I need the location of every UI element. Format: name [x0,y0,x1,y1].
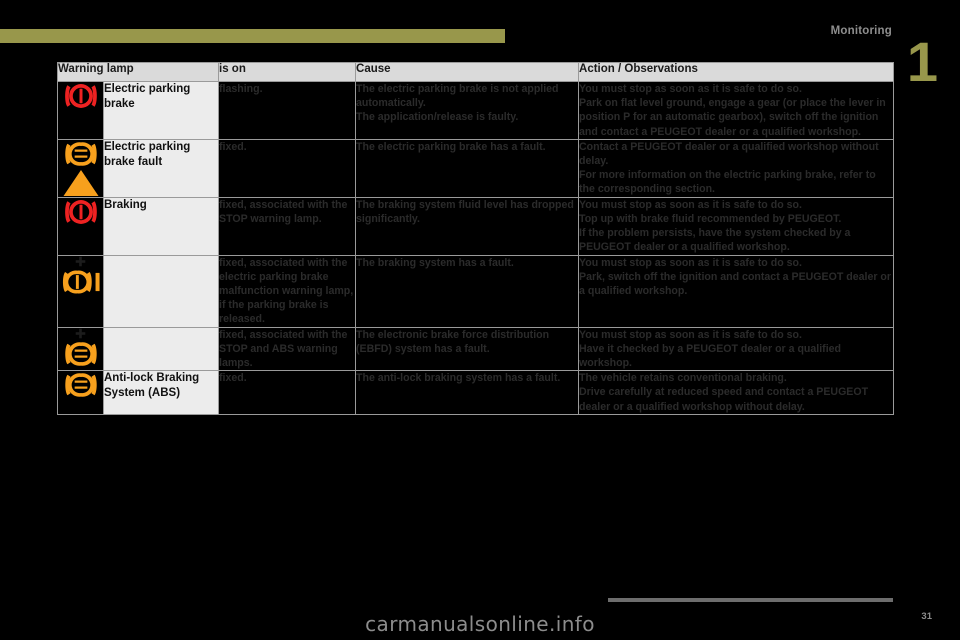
cause-line: The braking system fluid level has dropp… [356,198,574,226]
table-row: Braking fixed, associated with the STOP w… [57,196,895,256]
warning-lamp-name [102,254,220,328]
warning-lamp-action: You must stop as soon as it is safe to d… [578,81,895,140]
warning-lamp-cause: The braking system fluid level has dropp… [355,196,580,256]
warning-lamp-table-wrapper: Warning lamp is on Cause Action / Observ… [56,62,895,415]
chapter-number: 1 [906,30,938,93]
warning-lamp-action: Contact a PEUGEOT dealer or a qualified … [578,138,895,198]
warning-lamp-action: You must stop as soon as it is safe to d… [578,254,895,328]
abs-amber-icon [57,370,104,415]
table-header: Warning lamp is on Cause Action / Observ… [56,62,895,82]
column-header-is-on: is on [218,62,357,82]
warning-lamp-name: Braking [102,196,220,256]
column-header-action: Action / Observations [578,62,895,82]
brake-warning-red-icon [57,196,104,256]
footer-rule [608,598,893,602]
page-number: 31 [921,611,932,622]
action-line: The vehicle retains conventional braking… [579,372,787,385]
site-watermark: carmanualsonline.info [365,612,595,636]
action-line: Park on flat level ground, engage a gear… [579,97,886,138]
action-line: You must stop as soon as it is safe to d… [579,256,802,269]
warning-lamp-is-on: fixed, associated with the STOP and ABS … [218,326,357,372]
warning-lamp-cause: The electric parking brake is not applie… [355,81,580,140]
action-line: You must stop as soon as it is safe to d… [579,83,802,95]
warning-lamp-is-on: flashing. [218,81,357,140]
decorative-top-bar [0,29,505,43]
action-line: Drive carefully at reduced speed and con… [579,386,869,413]
cause-line: The application/release is faulty. [356,111,519,124]
column-header-cause: Cause [355,62,580,82]
chapter-label: Monitoring [830,25,892,37]
warning-lamp-is-on: fixed. [218,138,357,198]
warning-lamp-is-on: fixed, associated with the electric park… [218,254,357,328]
action-line: Contact a PEUGEOT dealer or a qualified … [579,140,879,168]
brake-fault-amber-triangle-icon [57,138,104,198]
table-row: Anti-lock Braking System (ABS) fixed. The … [57,370,895,415]
warning-lamp-cause: The electric parking brake has a fault. [355,138,580,198]
warning-lamp-name [102,326,220,372]
cause-line: The electronic brake force distribution … [356,328,550,355]
brake-warning-red-icon [57,81,104,140]
warning-lamp-cause: The braking system has a fault. [355,254,580,328]
table-header-row: Warning lamp is on Cause Action / Observ… [56,62,895,82]
action-line: You must stop as soon as it is safe to d… [579,328,802,341]
cause-line: The braking system has a fault. [356,256,514,269]
table-body: Electric parking brake flashing. The elect… [57,81,895,415]
warning-lamp-is-on: fixed, associated with the STOP warning … [218,196,357,256]
table-row: fixed, associated with the electric park… [57,254,895,328]
cause-line: The anti-lock braking system has a fault… [356,372,561,385]
warning-lamp-is-on: fixed. [218,370,357,415]
cause-line: The electric parking brake has a fault. [356,140,546,153]
warning-lamp-name: Anti-lock Braking System (ABS) [102,370,220,415]
action-line: Park, switch off the ignition and contac… [579,270,891,298]
warning-lamp-action: You must stop as soon as it is safe to d… [578,326,895,372]
warning-lamp-cause: The anti-lock braking system has a fault… [355,370,580,415]
action-line: Top up with brake fluid recommended by P… [579,213,842,226]
action-line: Have it checked by a PEUGEOT dealer or a… [579,342,842,370]
table-row: Electric parking brake fault fixed. The el… [57,138,895,198]
table-row: Electric parking brake flashing. The elect… [57,81,895,140]
action-line: For more information on the electric par… [579,169,876,196]
warning-lamp-action: The vehicle retains conventional braking… [578,370,895,415]
parking-brake-release-amber-icon [57,254,104,328]
warning-lamp-cause: The electronic brake force distribution … [355,326,580,372]
action-line: You must stop as soon as it is safe to d… [579,198,802,211]
warning-lamp-action: You must stop as soon as it is safe to d… [578,196,895,256]
cause-line: The electric parking brake is not applie… [356,83,559,110]
table-row: fixed, associated with the STOP and ABS … [57,326,895,372]
action-line: If the problem persists, have the system… [579,227,851,254]
rear-fog-brake-amber-icon [57,326,104,372]
column-header-warning-lamp: Warning lamp [56,62,220,82]
warning-lamp-table: Warning lamp is on Cause Action / Observ… [56,62,895,415]
warning-lamp-name: Electric parking brake [102,81,220,140]
warning-lamp-name: Electric parking brake fault [102,138,220,198]
